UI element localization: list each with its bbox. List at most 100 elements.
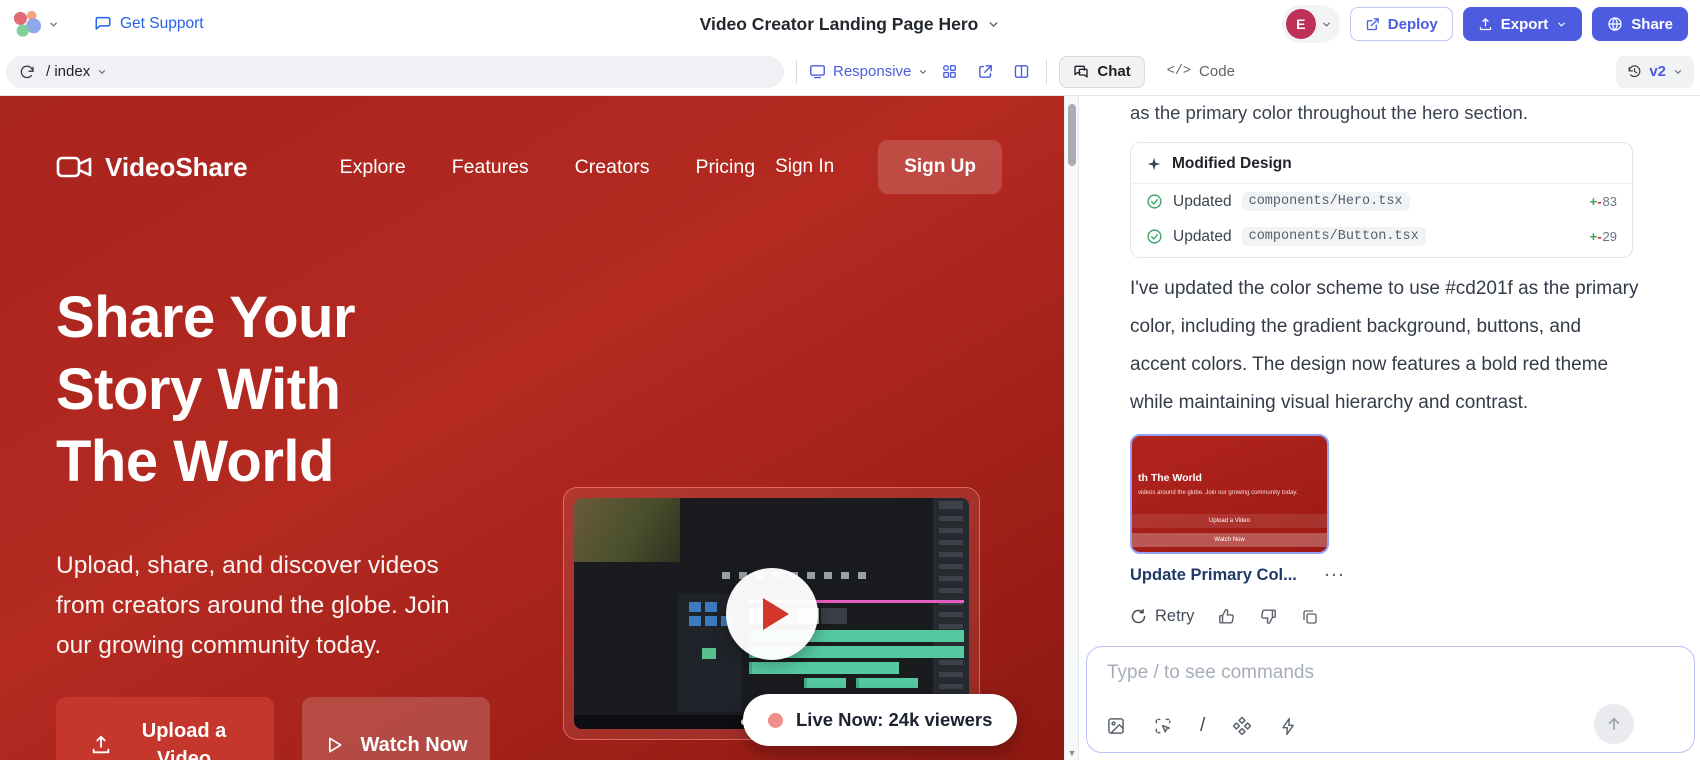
quick-actions-icon[interactable]	[1279, 717, 1298, 736]
open-in-new-tab-button[interactable]	[970, 57, 1000, 87]
hero-heading: Share Your Story With The World	[56, 282, 355, 498]
version-caption-link[interactable]: Update Primary Col...	[1130, 566, 1297, 585]
project-title[interactable]: Video Creator Landing Page Hero	[700, 14, 979, 35]
divider	[796, 60, 797, 84]
share-label: Share	[1631, 16, 1673, 33]
url-bar[interactable]: / index	[6, 56, 784, 88]
scrollbar-thumb[interactable]	[1068, 104, 1076, 166]
workspace-menu[interactable]	[12, 9, 59, 39]
chat-input-box[interactable]: /	[1086, 646, 1695, 753]
live-dot-icon	[768, 713, 783, 728]
modified-design-header: Modified Design	[1131, 143, 1632, 184]
chat-panel: as the primary color throughout the hero…	[1078, 96, 1700, 760]
thumbnail-caption-row: Update Primary Col... ···	[1130, 566, 1650, 585]
export-label: Export	[1501, 16, 1549, 33]
file-update-row: Updated components/Hero.tsx +-83	[1131, 184, 1632, 219]
slash-command-button[interactable]: /	[1200, 715, 1205, 737]
chevron-down-icon	[97, 67, 107, 77]
copy-button[interactable]	[1301, 608, 1319, 626]
play-button[interactable]	[726, 568, 818, 660]
diff-stat: +-83	[1590, 194, 1617, 209]
thumbnail-text: videos around the globe. Join our growin…	[1138, 490, 1298, 496]
refresh-icon[interactable]	[19, 64, 35, 80]
hero-description: Upload, share, and discover videos from …	[56, 546, 490, 666]
device-mode-dropdown[interactable]: Responsive	[809, 63, 928, 80]
watch-now-label: Watch Now	[360, 731, 467, 759]
check-circle-icon	[1146, 193, 1163, 210]
device-mode-label: Responsive	[833, 63, 911, 80]
sparkle-icon	[1146, 156, 1162, 172]
brand-logo[interactable]: VideoShare	[56, 152, 248, 183]
nav-link-pricing[interactable]: Pricing	[695, 156, 755, 179]
retry-icon	[1130, 608, 1147, 625]
preview-nav-links: Explore Features Creators Pricing	[340, 156, 755, 179]
divider	[1046, 60, 1047, 84]
deploy-icon	[1365, 17, 1380, 32]
assistant-message-tail: as the primary color throughout the hero…	[1130, 100, 1650, 126]
tab-code[interactable]: </> Code	[1167, 63, 1235, 80]
get-support-link[interactable]: Get Support	[94, 15, 204, 33]
deploy-label: Deploy	[1388, 16, 1438, 33]
thumbnail-heading: th The World	[1138, 472, 1202, 484]
tab-chat[interactable]: Chat	[1059, 56, 1144, 88]
preview-scrollbar[interactable]: ▼	[1064, 96, 1078, 760]
modified-design-title: Modified Design	[1172, 155, 1292, 173]
app-header: Video Creator Landing Page Hero Ge	[0, 0, 1700, 48]
assistant-message: I've updated the color scheme to use #cd…	[1130, 270, 1642, 422]
component-inspector-button[interactable]	[934, 57, 964, 87]
version-dropdown[interactable]: v2	[1616, 56, 1694, 88]
input-toolbar: /	[1106, 715, 1298, 737]
watch-now-button[interactable]: Watch Now	[302, 697, 490, 760]
version-thumbnail[interactable]: th The World videos around the globe. Jo…	[1130, 434, 1329, 554]
thumbs-up-button[interactable]	[1217, 607, 1236, 626]
hero-buttons: Upload a Video Watch Now	[56, 697, 490, 760]
sign-up-button[interactable]: Sign Up	[878, 140, 1002, 194]
chevron-down-icon	[918, 67, 928, 77]
chat-tab-label: Chat	[1097, 63, 1130, 80]
select-element-button[interactable]	[1153, 716, 1173, 736]
split-view-button[interactable]	[1006, 57, 1036, 87]
app-logo-icon	[12, 9, 42, 39]
nav-link-creators[interactable]: Creators	[575, 156, 650, 179]
page-path: / index	[46, 63, 90, 80]
chat-bubbles-icon	[1073, 64, 1089, 80]
thumbnail-button: Watch Now	[1132, 533, 1327, 547]
account-menu[interactable]: E	[1282, 5, 1340, 43]
thumbnail-button: Upload a Video	[1132, 514, 1327, 528]
diff-stat: +-29	[1590, 229, 1617, 244]
export-button[interactable]: Export	[1463, 7, 1583, 41]
more-options-button[interactable]: ···	[1325, 567, 1346, 584]
file-update-row: Updated components/Button.tsx +-29	[1131, 219, 1632, 257]
file-chip[interactable]: components/Button.tsx	[1242, 227, 1426, 246]
chevron-down-icon[interactable]	[987, 18, 1000, 31]
thumbs-down-button[interactable]	[1259, 607, 1278, 626]
get-support-label: Get Support	[120, 15, 204, 33]
version-label: v2	[1649, 63, 1666, 80]
page-path-dropdown[interactable]: / index	[46, 63, 107, 80]
chevron-down-icon	[1556, 19, 1567, 30]
attach-image-button[interactable]	[1106, 716, 1126, 736]
video-camera-icon	[56, 154, 92, 180]
check-circle-icon	[1146, 228, 1163, 245]
message-actions: Retry	[1130, 607, 1650, 626]
share-button[interactable]: Share	[1592, 7, 1688, 41]
modified-design-card: Modified Design Updated components/Hero.…	[1130, 142, 1633, 258]
play-icon	[763, 598, 789, 630]
send-button[interactable]	[1594, 704, 1634, 744]
retry-label: Retry	[1155, 607, 1194, 626]
chevron-down-icon	[1321, 19, 1332, 30]
integrations-icon[interactable]	[1232, 716, 1252, 736]
chat-input[interactable]	[1107, 662, 1627, 696]
globe-icon	[1607, 16, 1623, 32]
file-chip[interactable]: components/Hero.tsx	[1242, 192, 1410, 211]
nav-link-features[interactable]: Features	[452, 156, 529, 179]
scrollbar-down-arrow[interactable]: ▼	[1065, 748, 1078, 758]
upload-video-button[interactable]: Upload a Video	[56, 697, 274, 760]
retry-button[interactable]: Retry	[1130, 607, 1194, 626]
browser-toolbar: / index Responsive Chat </> Code	[0, 48, 1700, 96]
monitor-icon	[809, 63, 826, 80]
deploy-button[interactable]: Deploy	[1350, 7, 1453, 41]
code-tab-label: Code	[1199, 63, 1235, 80]
sign-in-link[interactable]: Sign In	[775, 156, 834, 178]
nav-link-explore[interactable]: Explore	[340, 156, 406, 179]
